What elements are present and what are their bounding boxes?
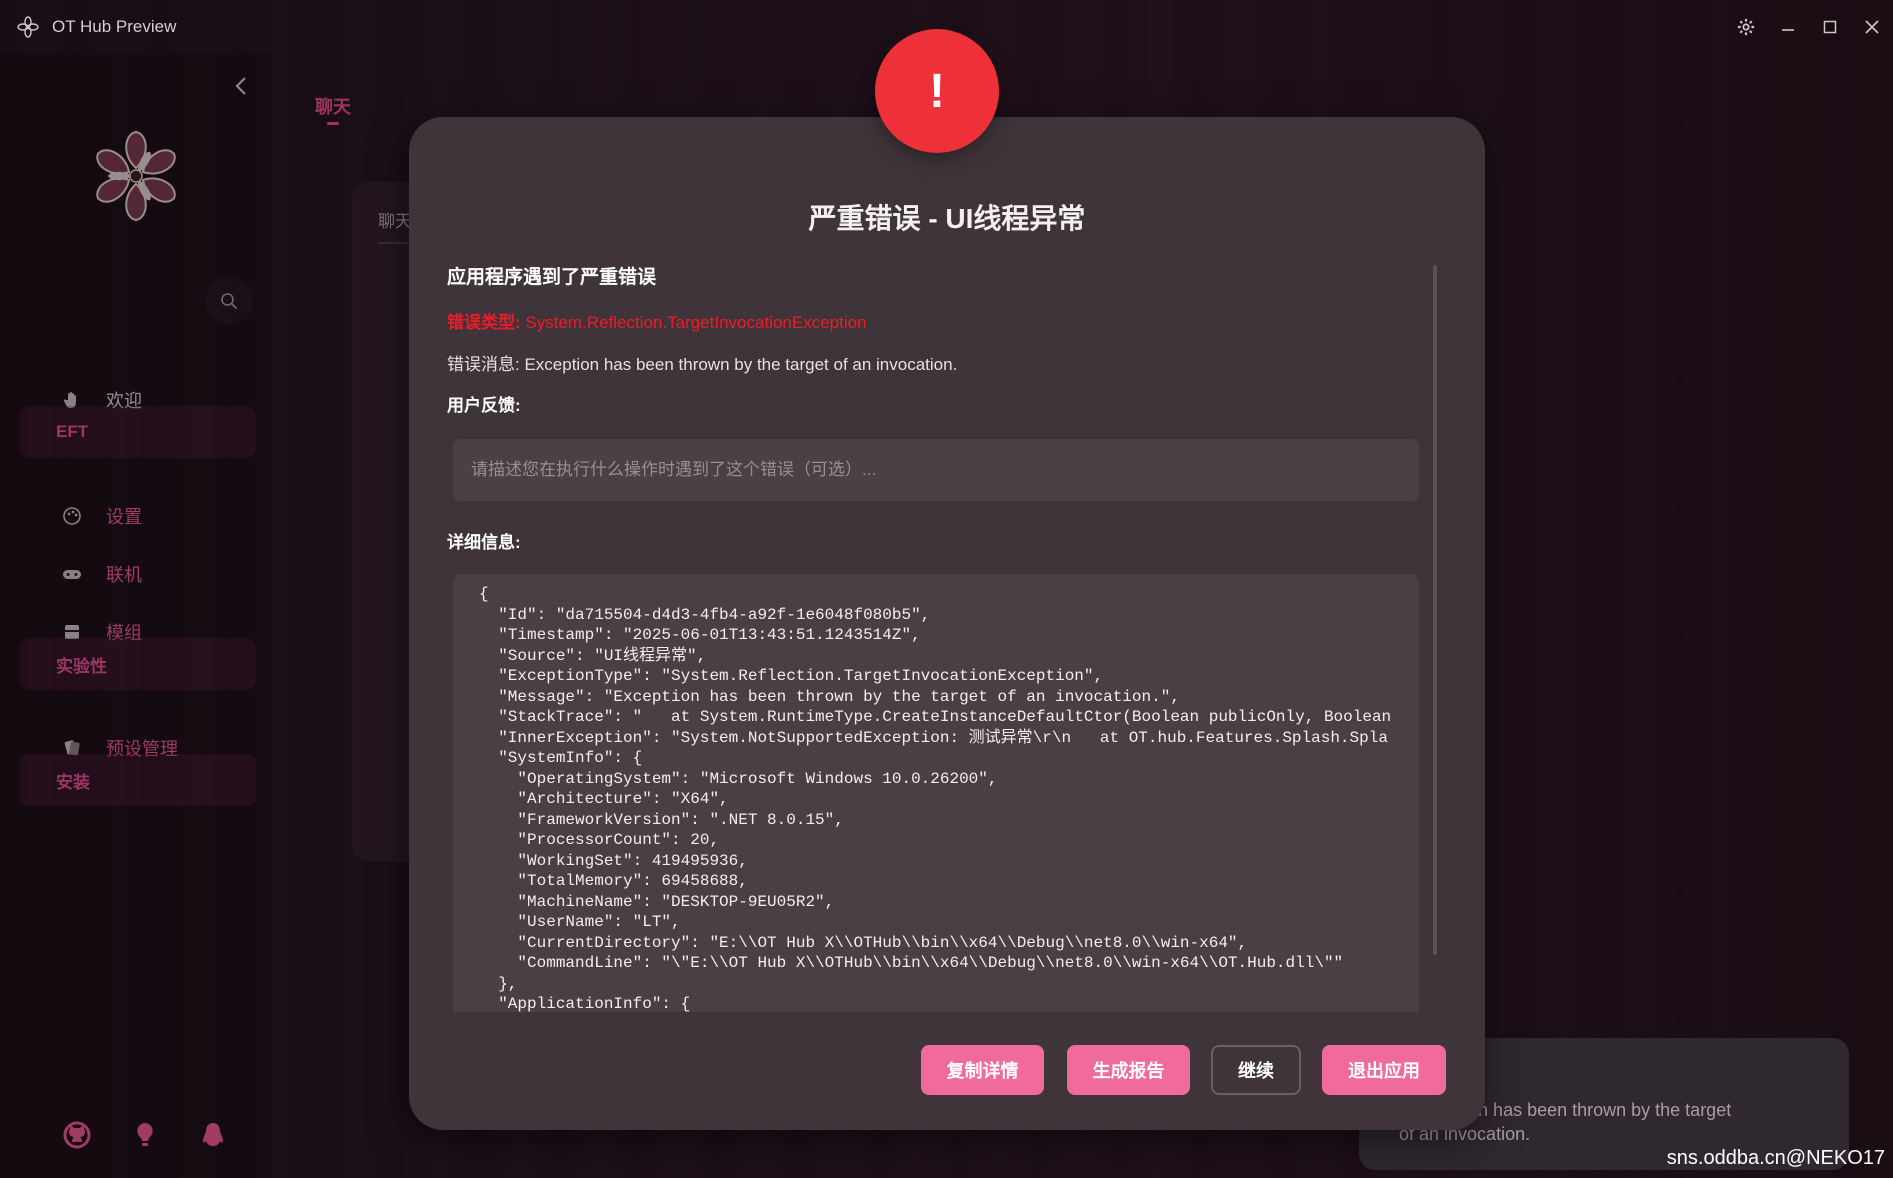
close-icon[interactable] <box>1851 0 1893 54</box>
error-type-label: 错误类型: <box>447 313 521 332</box>
details-json: { "Id": "da715504-d4d3-4fb4-a92f-1e6048f… <box>479 585 1392 1012</box>
dialog-scrollbar[interactable] <box>1433 265 1437 955</box>
error-alert-icon: ! <box>875 29 999 153</box>
watermark-text: sns.oddba.cn@NEKO17 <box>1666 1147 1885 1169</box>
continue-button[interactable]: 继续 <box>1211 1045 1301 1095</box>
dialog-subtitle: 应用程序遇到了严重错误 <box>447 267 657 288</box>
exit-app-button[interactable]: 退出应用 <box>1322 1045 1446 1095</box>
error-message-line: 错误消息: Exception has been thrown by the t… <box>447 350 957 375</box>
feedback-input[interactable] <box>453 439 1419 501</box>
details-label: 详细信息: <box>447 533 521 552</box>
details-textbox[interactable]: { "Id": "da715504-d4d3-4fb4-a92f-1e6048f… <box>453 574 1419 1012</box>
copy-details-button[interactable]: 复制详情 <box>921 1045 1044 1095</box>
window-controls <box>1725 0 1893 54</box>
app-logo-icon <box>17 16 39 38</box>
generate-report-button[interactable]: 生成报告 <box>1067 1045 1190 1095</box>
error-message-value: Exception has been thrown by the target … <box>519 355 958 374</box>
window-title: OT Hub Preview <box>52 17 177 36</box>
error-message-label: 错误消息: <box>447 355 520 374</box>
dialog-title: 严重错误 - UI线程异常 <box>808 203 1086 234</box>
error-type-line: 错误类型: System.Reflection.TargetInvocation… <box>447 308 867 333</box>
maximize-icon[interactable] <box>1809 0 1851 54</box>
error-type-value: System.Reflection.TargetInvocationExcept… <box>520 313 867 332</box>
feedback-label: 用户反馈: <box>447 396 521 415</box>
minimize-icon[interactable] <box>1767 0 1809 54</box>
error-dialog: 严重错误 - UI线程异常 应用程序遇到了严重错误 错误类型: System.R… <box>409 117 1485 1130</box>
settings-gear-icon[interactable] <box>1725 0 1767 54</box>
